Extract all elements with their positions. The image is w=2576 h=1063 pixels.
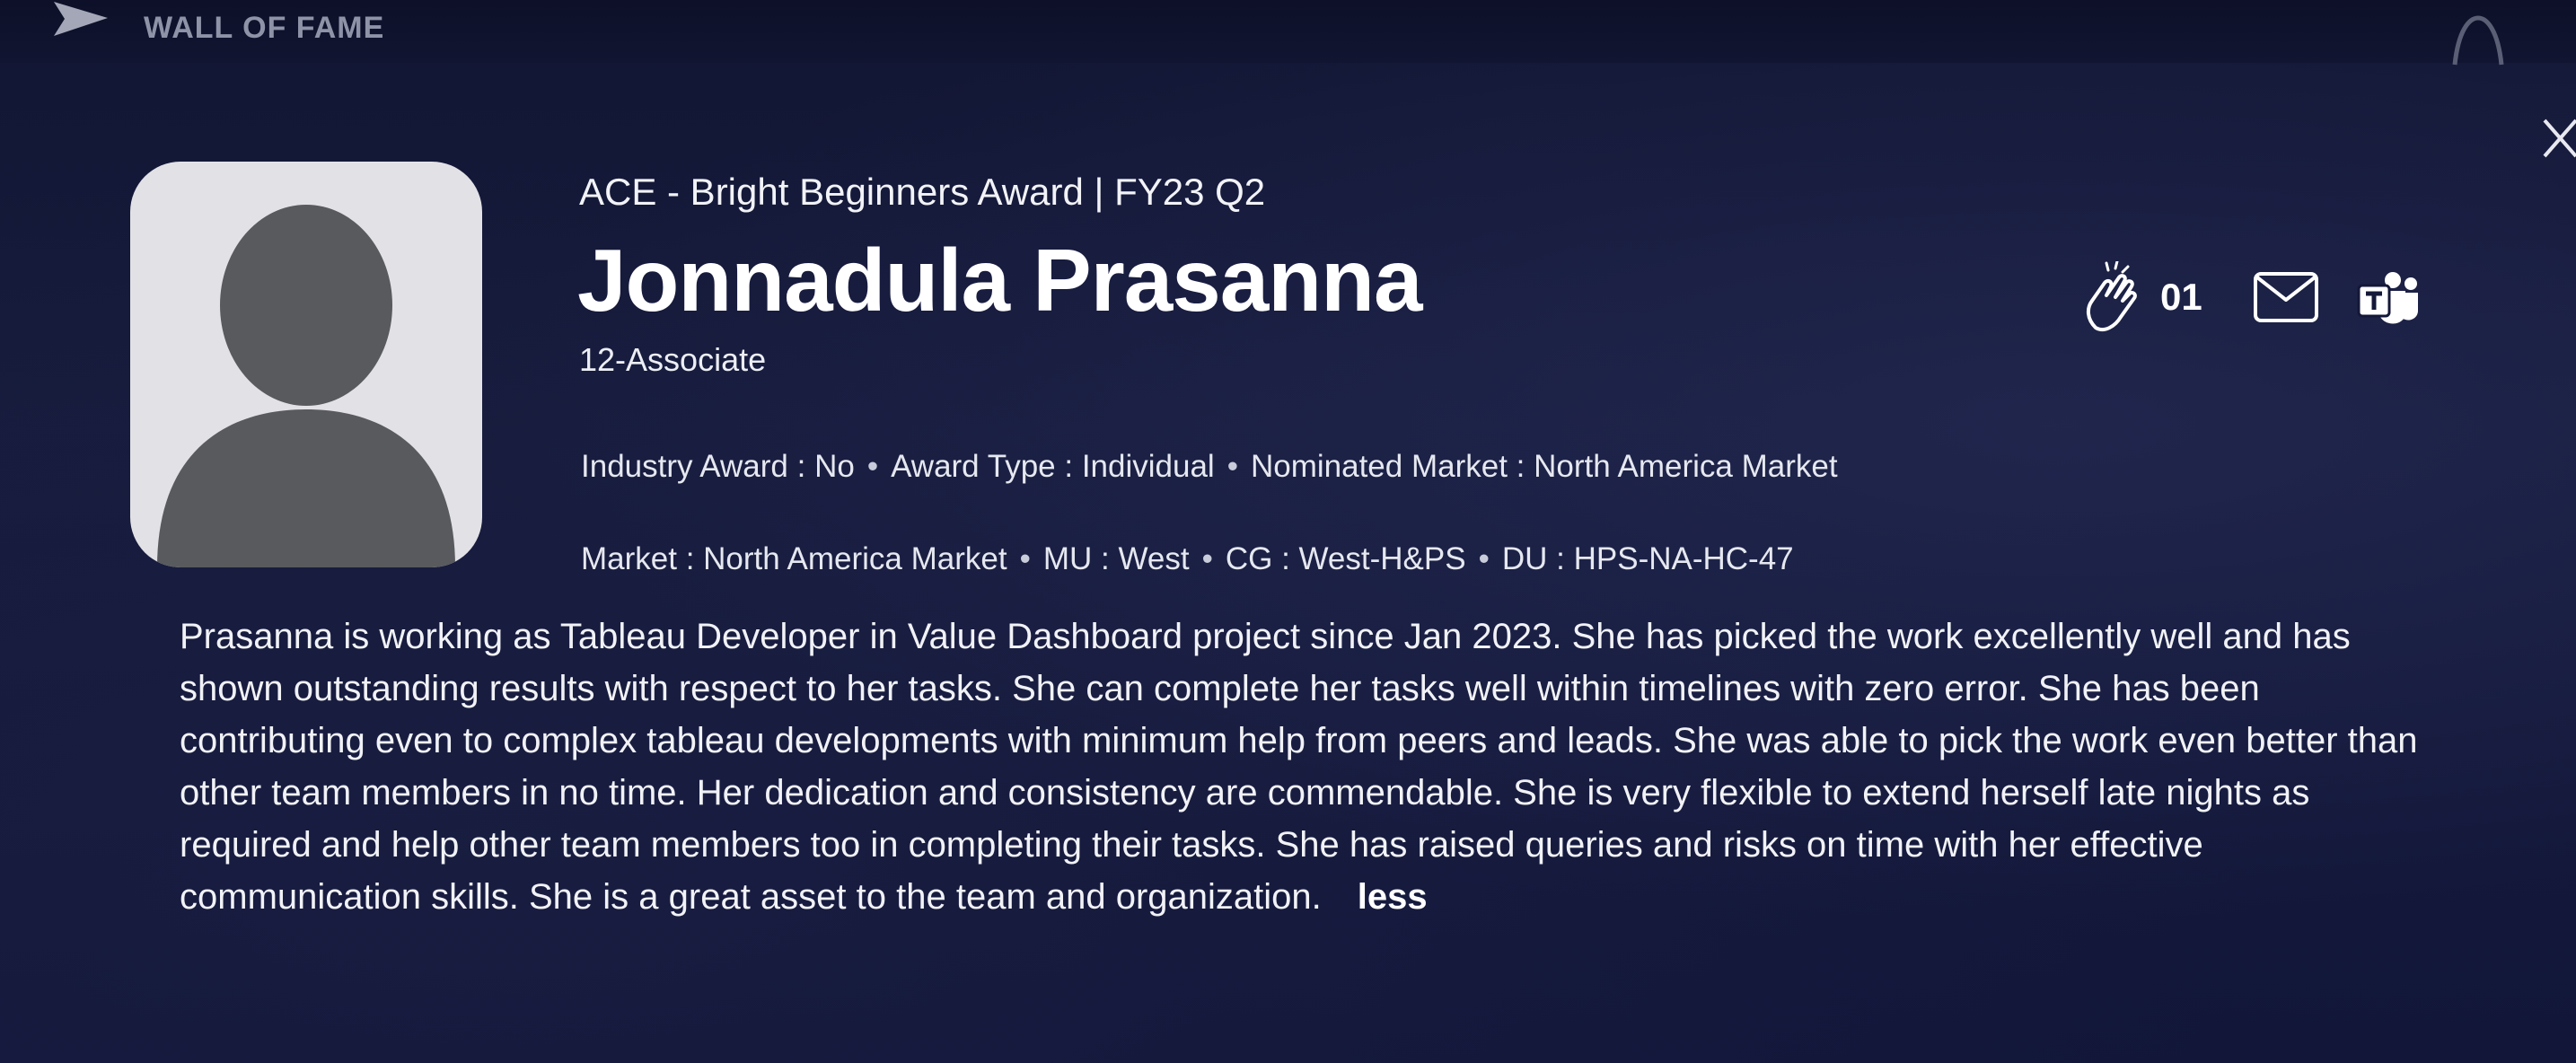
avatar: [130, 162, 482, 567]
designation: 12-Associate: [579, 341, 767, 378]
award-title: ACE - Bright Beginners Award | FY23 Q2: [579, 171, 1266, 213]
org-details-row: Market : North America Market • MU : West •…: [581, 541, 1794, 576]
person-name: Jonnadula Prasanna: [577, 231, 1423, 329]
mail-button[interactable]: [2253, 271, 2319, 323]
award-description: Prasanna is working as Tableau Developer…: [180, 611, 2424, 923]
teams-icon[interactable]: [2357, 269, 2420, 325]
detail-du: DU : HPS-NA-HC-47: [1501, 541, 1794, 576]
detail-cg: CG : West-H&PS: [1225, 541, 1466, 576]
arch-icon[interactable]: [2449, 13, 2507, 66]
clap-icon[interactable]: [2081, 261, 2146, 333]
action-bar: 01: [2081, 254, 2420, 340]
detail-industry-award: Industry Award : No: [581, 449, 855, 484]
user-placeholder-icon: [157, 205, 455, 567]
detail-market: Market : North America Market: [581, 541, 1007, 576]
description-text: Prasanna is working as Tableau Developer…: [180, 617, 2418, 917]
award-details-row: Industry Award : No • Award Type : Individ…: [581, 449, 1838, 484]
close-button[interactable]: [2541, 115, 2576, 160]
brand-title: WALL OF FAME: [144, 11, 385, 45]
detail-award-type: Award Type : Individual: [891, 449, 1215, 484]
less-link[interactable]: less: [1358, 877, 1428, 917]
mail-icon[interactable]: [2253, 271, 2319, 323]
clap-button[interactable]: 01: [2081, 261, 2253, 333]
detail-nominated-market: Nominated Market : North America Market: [1250, 449, 1838, 484]
detail-mu: MU : West: [1042, 541, 1190, 576]
brand-chevron-icon[interactable]: [50, 0, 111, 47]
teams-button[interactable]: [2357, 269, 2420, 325]
clap-count: 01: [2160, 276, 2202, 318]
top-bar: WALL OF FAME: [0, 0, 2576, 66]
